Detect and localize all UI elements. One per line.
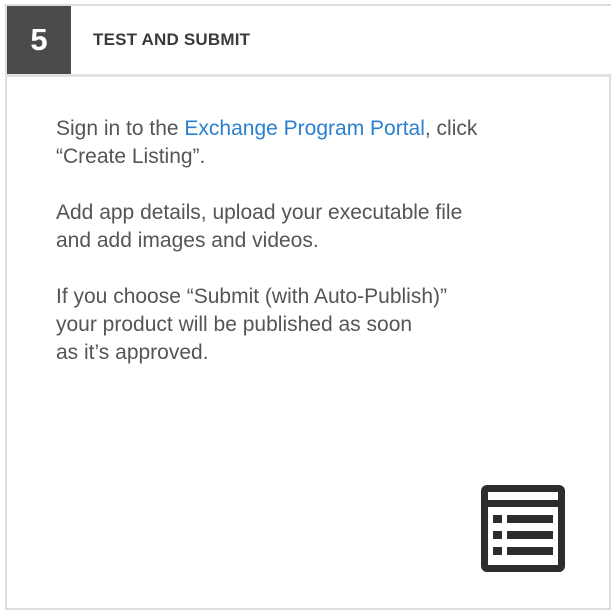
exchange-program-portal-link[interactable]: Exchange Program Portal: [184, 117, 424, 140]
step-title: TEST AND SUBMIT: [93, 30, 251, 49]
auto-publish-line-2: your product will be published as soon: [56, 313, 413, 336]
step-number-badge: 5: [7, 6, 71, 74]
instruction-sign-in: Sign in to the Exchange Program Portal, …: [56, 115, 566, 171]
create-listing-text: “Create Listing”.: [56, 145, 206, 168]
step-header: 5 TEST AND SUBMIT: [7, 6, 611, 77]
add-details-line-1: Add app details, upload your executable …: [56, 201, 463, 224]
sign-in-text: Sign in to the: [56, 117, 185, 140]
add-details-line-2: and add images and videos.: [56, 229, 319, 252]
step-card: 5 TEST AND SUBMIT Sign in to the Exchang…: [5, 4, 611, 610]
click-text: , click: [424, 117, 478, 140]
instruction-auto-publish: If you choose “Submit (with Auto-Publish…: [56, 283, 566, 367]
instruction-add-details: Add app details, upload your executable …: [56, 199, 566, 255]
auto-publish-line-3: as it’s approved.: [56, 341, 209, 364]
step-body: Sign in to the Exchange Program Portal, …: [56, 115, 566, 395]
list-icon: [481, 485, 565, 572]
auto-publish-line-1: If you choose “Submit (with Auto-Publish…: [56, 285, 448, 308]
